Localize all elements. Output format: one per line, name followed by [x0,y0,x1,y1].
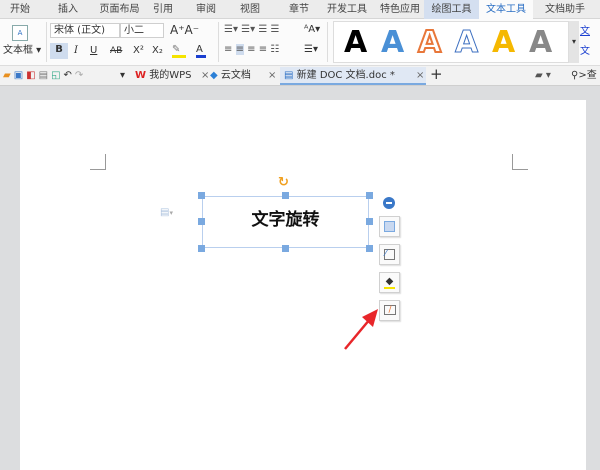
resize-handle[interactable] [366,218,373,225]
divider [218,22,219,62]
margin-corner-mark [90,154,106,170]
tab-label: 新建 DOC 文档.doc * [296,70,395,81]
quick-access-icons[interactable]: ▰▣◧▤◱↶↷ [3,69,86,83]
bold-button[interactable]: B [50,43,68,59]
resize-handle[interactable] [366,245,373,252]
resize-handle[interactable] [198,192,205,199]
arrow-shaft [344,318,371,350]
tab-section[interactable]: 章节 [283,0,315,19]
wrap-text-icon [384,221,395,232]
collapse-toolbar-button[interactable] [383,197,395,209]
text-box-content[interactable]: 文字旋转 [203,205,368,230]
tab-special[interactable]: 特色应用 [375,0,425,19]
new-tab-button[interactable]: + [430,67,443,82]
tab-insert[interactable]: 插入 [48,0,88,19]
close-icon[interactable]: × [268,67,276,85]
tab-text-tools[interactable]: 文本工具 [479,0,533,19]
line-spacing-icon[interactable]: ☰▾ [304,43,318,57]
layout-options-icon[interactable]: ▤▾ [160,206,173,220]
tab-review[interactable]: 审阅 [190,0,222,19]
search-label: >查 [578,70,597,81]
menu-bar: 开始 插入 页面布局 引用 审阅 视图 章节 开发工具 特色应用 绘图工具 文本… [0,0,600,19]
textbox-label: 文本框 [3,45,33,56]
tab-doc-assistant[interactable]: 文档助手 [535,0,595,19]
customize-dropdown-icon[interactable]: ▾ [120,69,125,83]
layout-options-button[interactable] [379,216,400,237]
font-name-select[interactable]: 宋体 (正文) [50,23,120,38]
font-size-select[interactable]: 小二 [120,23,164,38]
underline-button[interactable]: U [90,44,97,58]
tab-drawing-tools[interactable]: 绘图工具 [424,0,479,19]
style-sample-black[interactable]: A [344,25,367,61]
textbox-icon[interactable]: A [12,25,28,41]
resize-handle[interactable] [282,245,289,252]
tab-developer[interactable]: 开发工具 [322,0,372,19]
superscript-button[interactable]: X² [133,44,144,58]
text-box[interactable]: 文字旋转 [202,196,369,248]
tab-start[interactable]: 开始 [0,0,40,19]
margin-corner-mark [512,154,528,170]
style-sample-yellow[interactable]: A [492,25,515,61]
doc-tab-cloud[interactable]: ◆ 云文档 × [210,67,280,85]
text-direction-icon[interactable]: ᴬA▾ [304,23,320,37]
tab-references[interactable]: 引用 [148,0,178,19]
align-icons[interactable]: ≡ ≡ ≡ ≡ ☷ [224,43,279,57]
edit-shape-icon: ⁄ [384,249,395,260]
resize-handle[interactable] [198,245,205,252]
text-fill-button[interactable]: 文 [580,25,590,39]
outline-pen-icon: / [384,305,396,315]
strikethrough-button[interactable]: AB [110,44,122,58]
gallery-more-button[interactable]: ▾ [569,21,579,63]
doc-icon: ▤ [284,70,294,81]
style-sample-blue[interactable]: A [381,25,404,61]
resize-handle[interactable] [282,192,289,199]
rotate-handle-icon[interactable]: ↻ [278,176,289,190]
shape-style-button[interactable]: ⁄ [379,244,400,265]
italic-button[interactable]: I [74,44,78,58]
fill-button[interactable]: ◆ [379,272,400,293]
search-button[interactable]: ⚲>查 [571,69,597,83]
tab-label: 云文档 [220,70,251,81]
fill-bucket-icon: ◆ [384,276,395,289]
textbox-button[interactable]: 文本框 ▾ [3,44,41,58]
divider [327,22,328,62]
text-outline-label: 文 [580,46,590,57]
text-fill-label: 文 [580,26,590,37]
divider [46,22,47,62]
cloud-doc-icon: ◆ [210,70,218,81]
resize-handle[interactable] [366,192,373,199]
close-icon[interactable]: × [201,67,209,85]
ribbon: A 文本框 ▾ 宋体 (正文) 小二 A⁺A⁻ B I U AB X² X₂ ✎… [0,19,600,66]
style-sample-blue-outline[interactable]: A [454,25,478,61]
window-icons[interactable]: ▰ ▾ [535,69,551,83]
wps-icon: W [135,70,147,81]
font-color-button[interactable]: A [196,43,206,58]
style-sample-gray[interactable]: A [529,25,552,61]
text-outline-button[interactable]: 文 [580,45,590,59]
grow-font-icon[interactable]: A⁺A⁻ [170,23,199,37]
highlight-icon[interactable]: ✎ [172,43,186,58]
list-icon[interactable]: ☰▾ ☰▾ ☰ ☰ [224,23,279,37]
red-arrow-annotation [344,309,378,350]
doc-tab-new-doc[interactable]: ▤ 新建 DOC 文档.doc * × [280,67,426,85]
document-tab-bar: ▰▣◧▤◱↶↷ ▾ W 我的WPS × ◆ 云文档 × ▤ 新建 DOC 文档.do… [0,66,600,86]
tab-view[interactable]: 视图 [234,0,266,19]
subscript-button[interactable]: X₂ [152,44,163,58]
tab-page-layout[interactable]: 页面布局 [92,0,147,19]
doc-tab-my-wps[interactable]: W 我的WPS × [135,67,215,85]
text-style-gallery: A A A A A A [333,21,569,63]
tab-label: 我的WPS [149,70,192,81]
style-sample-orange-outline[interactable]: A [417,24,442,61]
close-icon[interactable]: × [416,67,424,85]
resize-handle[interactable] [198,218,205,225]
